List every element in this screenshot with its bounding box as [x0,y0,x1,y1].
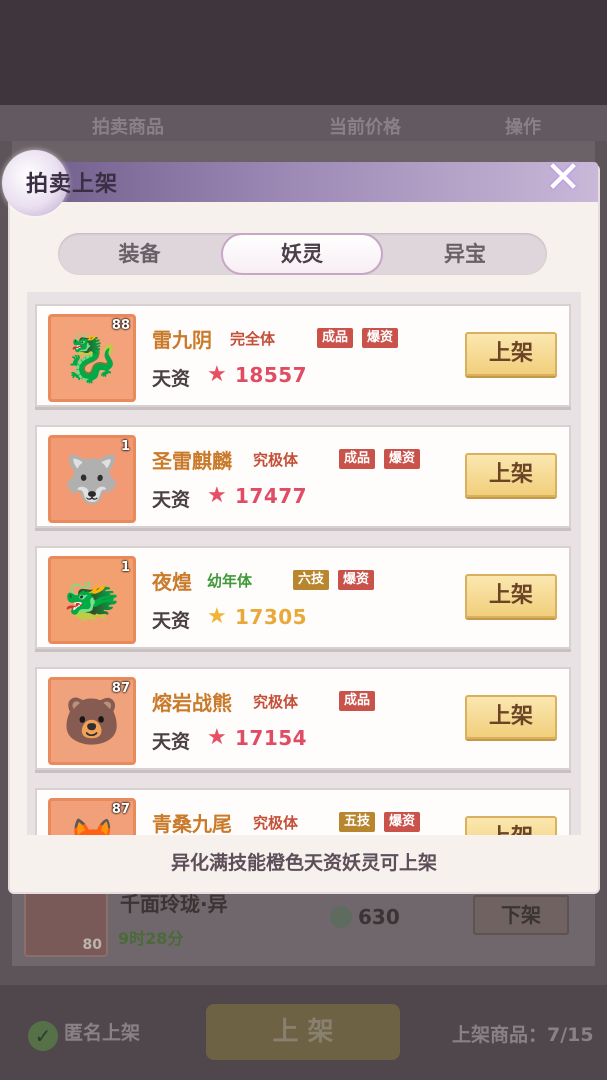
spirit-name: 熔岩战熊 [152,691,232,715]
spirit-list[interactable]: 🐉 88 雷九阴 完全体 成品 爆资 天资 ★ 18557 上架 🐺 1 圣雷麒… [27,292,581,835]
spirit-card: 🐲 1 夜煌 幼年体 六技 爆资 天资 ★ 17305 上架 [35,546,571,649]
spirit-form: 究极体 [253,693,299,711]
list-item-main-button[interactable]: 上 架 [206,1004,400,1060]
aptitude-label: 天资 [152,368,191,390]
listed-item-thumbnail: 80 [24,887,108,957]
modal-title: 拍卖上架 [26,172,119,197]
aptitude-value: 17477 [235,484,308,508]
tab-treasures[interactable]: 异宝 [383,233,547,275]
spirit-avatar[interactable]: 🐲 1 [48,556,136,644]
aptitude-label: 天资 [152,731,191,753]
check-icon: ✓ [28,1021,58,1051]
aptitude-label: 天资 [152,489,191,511]
spirit-avatar[interactable]: 🐉 88 [48,314,136,402]
list-button[interactable]: 上架 [465,574,557,618]
spirit-level: 88 [111,318,130,333]
spirit-name: 夜煌 [152,570,192,594]
category-tabs: 装备 妖灵 异宝 [58,233,547,275]
aptitude-value: 17154 [235,726,308,750]
spirit-name: 圣雷麒麟 [152,449,232,473]
spirit-tag: 爆资 [362,328,399,348]
delist-button[interactable]: 下架 [473,895,569,935]
spirit-level: 1 [120,439,130,454]
spirit-card: 🦊 87 青桑九尾 究极体 五技 爆资 上架 [35,788,571,835]
spirit-avatar[interactable]: 🐺 1 [48,435,136,523]
background-top [0,0,607,105]
spirit-tag: 爆资 [384,449,421,469]
auction-table-header: 拍卖商品 当前价格 操作 [0,105,607,141]
listed-item-level: 80 [82,937,102,953]
list-button[interactable]: 上架 [465,695,557,739]
star-icon: ★ [207,362,227,387]
header-price-column: 当前价格 [329,117,401,138]
spirit-level: 87 [111,681,130,696]
anonymous-label: 匿名上架 [64,1022,141,1044]
listing-count: 上架商品：7/15 [452,1024,594,1046]
list-button[interactable]: 上架 [465,453,557,497]
list-button[interactable]: 上架 [465,332,557,376]
spirit-avatar[interactable]: 🐻 87 [48,677,136,765]
spirit-tag: 成品 [339,449,376,469]
anonymous-toggle[interactable]: ✓ 匿名上架 [28,1018,140,1051]
coin-icon [330,906,352,928]
listed-item-price-value: 630 [358,905,400,929]
aptitude-value: 17305 [235,605,308,629]
listing-requirement-note: 异化满技能橙色天资妖灵可上架 [170,852,437,874]
star-icon: ★ [207,725,227,750]
aptitude-value: 18557 [235,363,308,387]
spirit-name: 雷九阴 [152,328,212,352]
spirit-name: 青桑九尾 [152,812,232,835]
listed-item-name: 千面玲珑·异 [120,892,228,916]
spirit-level: 87 [111,802,130,817]
spirit-form: 究极体 [253,814,299,832]
list-button[interactable]: 上架 [465,816,557,835]
spirit-card: 🐉 88 雷九阴 完全体 成品 爆资 天资 ★ 18557 上架 [35,304,571,407]
aptitude-label: 天资 [152,610,191,632]
spirit-card: 🐺 1 圣雷麒麟 究极体 成品 爆资 天资 ★ 17477 上架 [35,425,571,528]
spirit-form: 完全体 [230,330,276,348]
spirit-tag: 五技 [339,812,376,832]
listed-item-time: 9时28分 [118,929,184,948]
spirit-tag: 成品 [317,328,354,348]
listed-item-price: 630 [330,905,400,929]
header-item-column: 拍卖商品 [92,117,164,138]
spirit-form: 幼年体 [207,572,253,590]
spirit-tag: 爆资 [338,570,375,590]
spirit-tag: 六技 [293,570,330,590]
star-icon: ★ [207,604,227,629]
spirit-form: 究极体 [253,451,299,469]
tab-equipment[interactable]: 装备 [58,233,221,275]
spirit-level: 1 [120,560,130,575]
spirit-avatar[interactable]: 🦊 87 [48,798,136,835]
header-action-column: 操作 [505,117,541,138]
tab-spirits[interactable]: 妖灵 [221,233,383,275]
spirit-card: 🐻 87 熔岩战熊 究极体 成品 天资 ★ 17154 上架 [35,667,571,770]
spirit-tag: 成品 [339,691,376,711]
close-icon[interactable]: ✕ [540,156,586,200]
star-icon: ★ [207,483,227,508]
spirit-tag: 爆资 [384,812,421,832]
